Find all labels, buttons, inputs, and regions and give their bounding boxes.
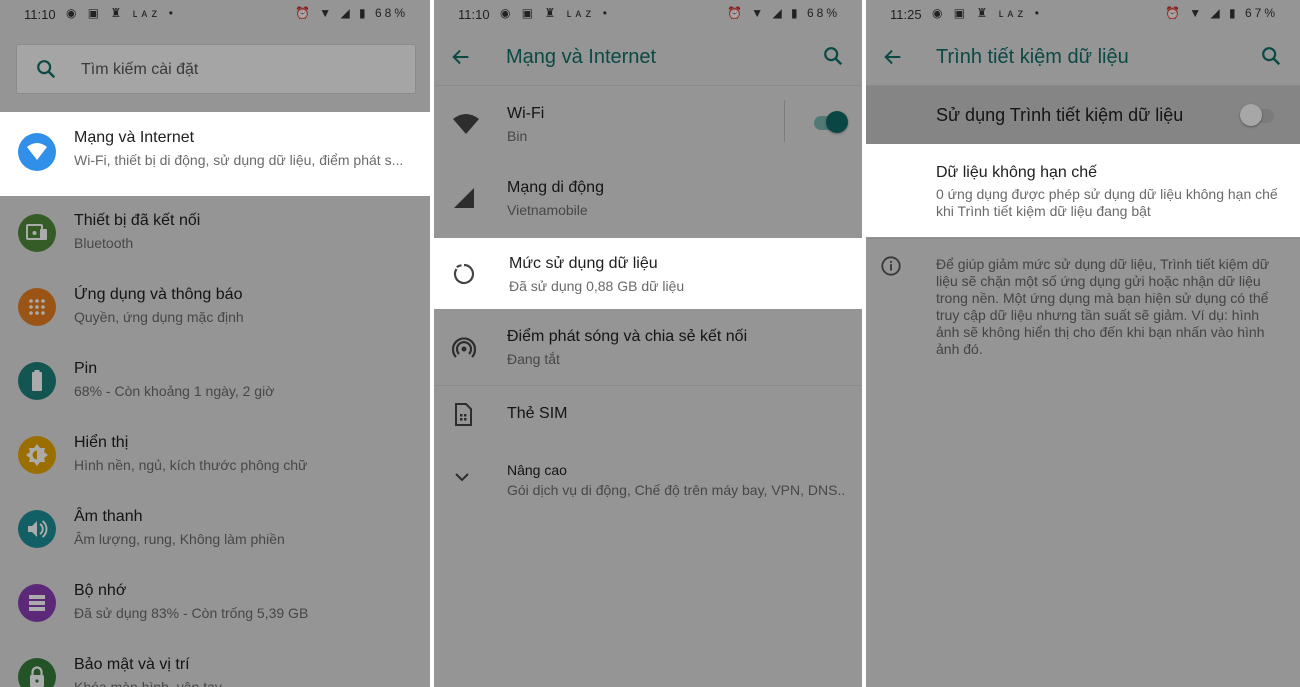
- connected-devices-icon: [18, 214, 56, 252]
- settings-item-subtitle: Wi-Fi, thiết bị di động, sử dụng dữ liệu…: [74, 152, 404, 168]
- volume-icon: [18, 510, 56, 548]
- data-usage-row[interactable]: Mức sử dụng dữ liệu Đã sử dụng 0,88 GB d…: [434, 238, 862, 309]
- wifi-row[interactable]: Wi-Fi Bin: [434, 88, 862, 162]
- settings-item-title: Pin: [74, 360, 98, 377]
- page-title: Trình tiết kiệm dữ liệu: [936, 46, 1129, 68]
- sim-card-title: Thẻ SIM: [507, 405, 568, 422]
- status-right: ⏰ ▼ ◢ ▮ 68%: [294, 6, 408, 20]
- settings-item[interactable]: Pin 68% - Còn khoảng 1 ngày, 2 giờ: [0, 344, 430, 418]
- mobile-network-row[interactable]: Mạng di động Vietnamobile: [434, 162, 862, 236]
- wifi-title: Wi-Fi: [507, 105, 545, 122]
- data-usage-title: Mức sử dụng dữ liệu: [509, 255, 658, 272]
- battery-percent: 68%: [806, 6, 840, 20]
- back-arrow-icon[interactable]: [450, 46, 472, 73]
- data-usage-subtitle: Đã sử dụng 0,88 GB dữ liệu: [509, 278, 685, 294]
- data-saver-label: Sử dụng Trình tiết kiệm dữ liệu: [936, 105, 1184, 125]
- search-icon[interactable]: [822, 45, 844, 72]
- mobile-carrier: Vietnamobile: [507, 202, 588, 218]
- chevron-down-icon: [454, 470, 470, 488]
- advanced-subtitle: Gói dịch vụ di động, Chế độ trên máy bay…: [507, 482, 846, 498]
- wifi-network-name: Bin: [507, 128, 528, 144]
- settings-item-title: Ứng dụng và thông báo: [74, 286, 243, 303]
- divider-vertical: [784, 100, 785, 142]
- page-title: Mạng và Internet: [506, 46, 657, 68]
- settings-item-network[interactable]: Mạng và Internet Wi-Fi, thiết bị di động…: [0, 112, 430, 196]
- hotspot-row[interactable]: Điểm phát sóng và chia sẻ kết nối Đang t…: [434, 311, 862, 385]
- settings-item[interactable]: Hiển thị Hình nền, ngủ, kích thước phông …: [0, 418, 430, 492]
- wifi-icon: [18, 133, 56, 171]
- hotspot-status: Đang tắt: [507, 351, 560, 367]
- section-divider: [866, 238, 1300, 239]
- settings-item-title: Bảo mật và vị trí: [74, 656, 190, 673]
- search-placeholder: Tìm kiếm cài đặt: [81, 61, 199, 78]
- settings-item[interactable]: Ứng dụng và thông báo Quyền, ứng dụng mặc…: [0, 270, 430, 344]
- settings-item-title: Bộ nhớ: [74, 582, 127, 599]
- unrestricted-data-row[interactable]: Dữ liệu không hạn chế 0 ứng dụng được ph…: [866, 144, 1300, 237]
- back-arrow-icon[interactable]: [882, 46, 904, 73]
- settings-home-panel: 11:10 ◉ ▣ ♜ ʟᴀᴢ • ⏰ ▼ ◢ ▮ 68% Tìm kiếm c…: [0, 0, 430, 687]
- status-bar: 11:25 ◉ ▣ ♜ ʟᴀᴢ • ⏰ ▼ ◢ ▮ 67%: [866, 0, 1300, 28]
- notification-icons: ◉ ▣ ♜ ʟᴀᴢ •: [66, 6, 177, 20]
- search-icon: [35, 58, 57, 85]
- unrestricted-data-title: Dữ liệu không hạn chế: [936, 164, 1098, 181]
- status-time: 11:25: [890, 7, 922, 22]
- unrestricted-data-subtitle: 0 ứng dụng được phép sử dụng dữ liệu khô…: [936, 186, 1278, 219]
- status-right: ⏰ ▼ ◢ ▮ 67%: [1164, 6, 1278, 20]
- data-saver-master-switch[interactable]: Sử dụng Trình tiết kiệm dữ liệu: [866, 86, 1300, 144]
- search-icon[interactable]: [1260, 45, 1282, 72]
- storage-icon: [18, 584, 56, 622]
- settings-item[interactable]: Bộ nhớ Đã sử dụng 83% - Còn trống 5,39 GB: [0, 566, 430, 640]
- settings-item[interactable]: Âm thanh Âm lượng, rung, Không làm phiền: [0, 492, 430, 566]
- settings-item-title: Mạng và Internet: [74, 129, 195, 146]
- status-time: 11:10: [24, 7, 56, 22]
- brightness-icon: [18, 436, 56, 474]
- settings-item-subtitle: Đã sử dụng 83% - Còn trống 5,39 GB: [74, 605, 309, 621]
- mobile-network-title: Mạng di động: [507, 179, 604, 196]
- settings-item[interactable]: Thiết bị đã kết nối Bluetooth: [0, 196, 430, 270]
- hotspot-icon: [451, 337, 477, 366]
- cell-signal-icon: [452, 186, 476, 215]
- battery-percent: 68%: [374, 6, 408, 20]
- battery-icon: [18, 362, 56, 400]
- advanced-title: Nâng cao: [507, 462, 567, 478]
- sim-card-row[interactable]: Thẻ SIM: [434, 386, 862, 442]
- hotspot-title: Điểm phát sóng và chia sẻ kết nối: [507, 328, 748, 345]
- settings-item-subtitle: 68% - Còn khoảng 1 ngày, 2 giờ: [74, 383, 275, 399]
- settings-item-title: Thiết bị đã kết nối: [74, 212, 201, 229]
- data-usage-icon: [452, 262, 476, 291]
- status-right: ⏰ ▼ ◢ ▮ 68%: [726, 6, 840, 20]
- sim-card-icon: [452, 403, 474, 432]
- notification-icons: ◉ ▣ ♜ ʟᴀᴢ •: [500, 6, 611, 20]
- settings-item-title: Hiển thị: [74, 434, 129, 451]
- battery-percent: 67%: [1244, 6, 1278, 20]
- settings-item-subtitle: Quyền, ứng dụng mặc định: [74, 309, 244, 325]
- settings-item-subtitle: Khóa màn hình, vân tay: [74, 679, 222, 687]
- settings-item[interactable]: Bảo mật và vị trí Khóa màn hình, vân tay: [0, 640, 430, 687]
- data-saver-toggle[interactable]: [1240, 104, 1274, 126]
- network-internet-panel: 11:10 ◉ ▣ ♜ ʟᴀᴢ • ⏰ ▼ ◢ ▮ 68% Mạng và In…: [434, 0, 862, 687]
- notification-icons: ◉ ▣ ♜ ʟᴀᴢ •: [932, 6, 1043, 20]
- app-bar: Mạng và Internet: [434, 28, 862, 86]
- settings-item-subtitle: Hình nền, ngủ, kích thước phông chữ: [74, 457, 308, 473]
- status-bar: 11:10 ◉ ▣ ♜ ʟᴀᴢ • ⏰ ▼ ◢ ▮ 68%: [434, 0, 862, 28]
- data-saver-info-text: Để giúp giảm mức sử dụng dữ liệu, Trình …: [936, 256, 1270, 357]
- apps-grid-icon: [18, 288, 56, 326]
- info-icon: [880, 255, 902, 282]
- lock-icon: [18, 658, 56, 687]
- advanced-row[interactable]: Nâng cao Gói dịch vụ di động, Chế độ trê…: [434, 448, 862, 514]
- wifi-toggle[interactable]: [814, 111, 848, 133]
- app-bar: Trình tiết kiệm dữ liệu: [866, 28, 1300, 86]
- settings-item-subtitle: Âm lượng, rung, Không làm phiền: [74, 531, 285, 547]
- status-time: 11:10: [458, 7, 490, 22]
- data-saver-panel: 11:25 ◉ ▣ ♜ ʟᴀᴢ • ⏰ ▼ ◢ ▮ 67% Trình tiết…: [866, 0, 1300, 687]
- status-bar: 11:10 ◉ ▣ ♜ ʟᴀᴢ • ⏰ ▼ ◢ ▮ 68%: [0, 0, 430, 28]
- search-input[interactable]: Tìm kiếm cài đặt: [16, 44, 416, 94]
- settings-item-title: Âm thanh: [74, 508, 143, 525]
- wifi-signal-icon: [452, 112, 480, 141]
- settings-item-subtitle: Bluetooth: [74, 235, 134, 251]
